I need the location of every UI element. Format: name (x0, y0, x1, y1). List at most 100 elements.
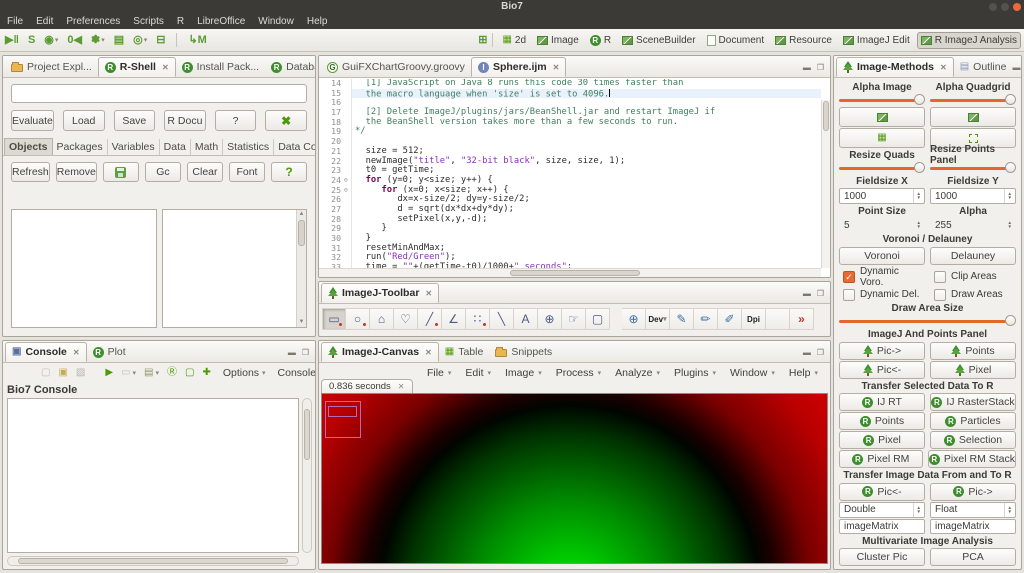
perspective-image[interactable]: Image (533, 32, 583, 49)
stop-icon[interactable]: S (28, 34, 35, 46)
image-matrix-input-2[interactable]: imageMatrix (930, 518, 1016, 534)
menu-window[interactable]: Window (258, 16, 294, 27)
perspective-r-imagej-analysis[interactable]: R ImageJ Analysis (916, 31, 1021, 49)
tab-image-methods[interactable]: Image-Methods ✕ (836, 57, 954, 77)
model-chart-icon[interactable]: ↳M (188, 34, 206, 46)
close-icon[interactable]: ✕ (425, 289, 432, 298)
scroll-up-icon[interactable]: ▲ (297, 210, 306, 219)
hand-tool[interactable]: ☞ (562, 308, 586, 330)
roi-selection-inner[interactable] (328, 406, 357, 417)
scroll-down-icon[interactable]: ▼ (297, 318, 306, 327)
button-pixel[interactable]: R Pixel (839, 431, 925, 449)
code-line[interactable]: 18 the BeanShell version takes more than… (319, 117, 821, 128)
show-output-icon[interactable]: ▶ (105, 368, 113, 378)
minimize-panel-icon[interactable]: ▬ (288, 349, 296, 357)
brush-tool[interactable]: ✎ (670, 308, 694, 330)
spin-down-icon[interactable]: ▼ (917, 509, 921, 514)
selection-tool[interactable]: ▢ (586, 308, 610, 330)
button-clear[interactable]: Clear (186, 162, 223, 182)
button-font[interactable]: Font (228, 162, 265, 182)
new-script-icon[interactable]: ▤ (114, 34, 124, 46)
checkbox-icon[interactable] (934, 270, 946, 283)
subtab-variables[interactable]: Variables (108, 139, 160, 155)
button-pic[interactable]: R Pic-> (930, 482, 1016, 501)
close-icon[interactable]: ✕ (425, 348, 432, 357)
scroll-thumb[interactable] (509, 270, 641, 276)
subtab-math[interactable]: Math (191, 139, 224, 155)
pin-console-icon[interactable]: ▭ ▾ (121, 368, 136, 378)
maximize-panel-icon[interactable]: ❒ (302, 349, 309, 357)
perspective-imagej-edit[interactable]: ImageJ Edit (839, 32, 914, 49)
point-tool[interactable]: ∷ (466, 308, 490, 330)
menu-libreoffice[interactable]: LibreOffice (197, 16, 245, 27)
button-ij-rt[interactable]: R IJ RT (839, 393, 925, 411)
perspective-document[interactable]: Document (703, 32, 769, 49)
tab-sphere-ijm[interactable]: I Sphere.ijm ✕ (470, 57, 567, 77)
scroll-thumb[interactable] (823, 101, 829, 131)
save-objects-button[interactable] (102, 162, 139, 182)
minimize-window-icon[interactable] (989, 3, 997, 11)
checkbox-icon[interactable]: ✓ (843, 270, 855, 283)
slider-thumb[interactable] (1005, 162, 1016, 173)
tab-imagej-canvas[interactable]: ImageJ-Canvas ✕ (321, 342, 439, 362)
tab-snippets[interactable]: Snippets (489, 342, 558, 362)
close-icon[interactable]: ✕ (398, 382, 405, 391)
tab-plot[interactable]: R Plot (87, 342, 132, 362)
minimize-panel-icon[interactable]: ▬ (1012, 64, 1020, 72)
close-window-icon[interactable] (1013, 3, 1021, 11)
resume-pause-icon[interactable]: ▶‖ (5, 34, 19, 46)
tab-database-co[interactable]: RDatabase Co... (265, 57, 315, 77)
imagej-menu-edit[interactable]: Edit ▾ (465, 366, 491, 379)
double-combo[interactable]: Double ▲ ▼ (839, 501, 925, 518)
fold-minus-icon[interactable]: ⊖ (341, 175, 352, 186)
spinner-arrows[interactable]: ▲ ▼ (912, 189, 924, 203)
angle-tool[interactable]: ∠ (442, 308, 466, 330)
button-gc[interactable]: Gc (144, 162, 181, 182)
new-console-icon[interactable]: ✚ (202, 368, 210, 378)
resize-quads-slider[interactable] (839, 162, 925, 174)
tab-project-expl[interactable]: Project Expl... (5, 57, 98, 77)
float-combo[interactable]: Float ▲ ▼ (930, 501, 1016, 518)
checkbox-icon[interactable] (843, 288, 855, 301)
freehand-tool[interactable]: ♡ (394, 308, 418, 330)
minimize-panel-icon[interactable]: ▬ (803, 349, 811, 357)
button-remove[interactable]: Remove (55, 162, 97, 182)
clear-console-icon[interactable]: ▢ (41, 368, 50, 378)
button-pixel[interactable]: Pixel (930, 360, 1016, 379)
button-points[interactable]: Points (930, 341, 1016, 360)
tab-console[interactable]: ▣ Console ✕ (5, 342, 87, 362)
button-save[interactable]: Save (113, 110, 156, 131)
display-console-icon[interactable]: ▢ (185, 368, 194, 378)
button-points[interactable]: R Points (839, 412, 925, 430)
scroll-lock-icon[interactable]: ▣ (58, 368, 67, 378)
maximize-panel-icon[interactable]: ❒ (817, 349, 824, 357)
menu-help[interactable]: Help (307, 16, 328, 27)
console-output[interactable] (7, 398, 299, 553)
spinner-arrows[interactable]: ▲ ▼ (914, 219, 924, 231)
word-wrap-icon[interactable]: ▨ (76, 368, 85, 378)
text-tool[interactable]: A (514, 308, 538, 330)
r-shell-input[interactable] (11, 84, 307, 103)
clear-shell-button[interactable]: ✖ (265, 110, 307, 131)
button-pixel-rm-stack[interactable]: R Pixel RM Stack (927, 450, 1016, 468)
imagej-menu-help[interactable]: Help ▾ (789, 366, 818, 379)
maximize-panel-icon[interactable]: ❒ (817, 290, 824, 298)
options-menu[interactable]: Options ▾ (223, 367, 266, 379)
line-tool[interactable]: ╱ (418, 308, 442, 330)
menu-scripts[interactable]: Scripts (133, 16, 164, 27)
polygon-tool[interactable]: ⌂ (370, 308, 394, 330)
tab-imagej-toolbar[interactable]: ImageJ-Toolbar ✕ (321, 283, 440, 303)
color-picker-tool[interactable]: ✐ (718, 308, 742, 330)
subtab-data[interactable]: Data (160, 139, 191, 155)
tab-r-shell[interactable]: R R-Shell ✕ (97, 57, 176, 77)
maximize-window-icon[interactable] (1001, 3, 1009, 11)
slider-thumb[interactable] (914, 94, 925, 105)
subtab-data-conversion[interactable]: Data Conversion (274, 139, 315, 155)
list-scrollbar[interactable]: ▲ ▼ (296, 210, 306, 327)
dpi-tool[interactable]: Dpi (742, 308, 766, 330)
button-r-docu[interactable]: R Docu (164, 110, 206, 131)
dev-tool[interactable]: Dev ▾ (646, 308, 670, 330)
r-run-icon[interactable]: ◎ ▾ (133, 34, 147, 46)
button-item[interactable]: ? (271, 162, 308, 182)
fieldsize-x-spinner[interactable]: 1000 ▲ ▼ (839, 188, 925, 204)
